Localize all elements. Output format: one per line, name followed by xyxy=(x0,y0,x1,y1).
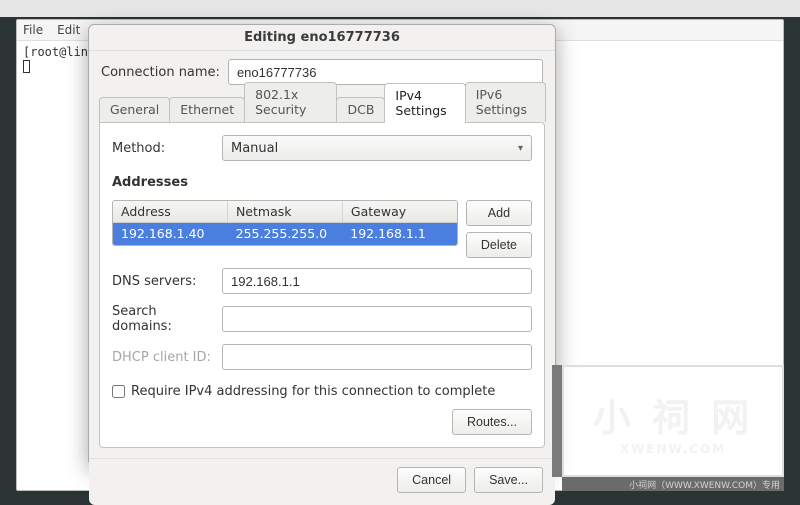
watermark-sidebar xyxy=(552,365,562,477)
ipv4-panel: Method: Manual ▾ Addresses Address Netma… xyxy=(99,122,545,448)
add-button[interactable]: Add xyxy=(466,200,532,226)
desktop-panel xyxy=(0,0,800,17)
dhcp-client-id-label: DHCP client ID: xyxy=(112,350,212,365)
cell-netmask[interactable]: 255.255.255.0 xyxy=(228,223,343,245)
addresses-table[interactable]: Address Netmask Gateway 192.168.1.40 255… xyxy=(112,200,458,246)
connection-name-label: Connection name: xyxy=(101,65,220,80)
tab-general[interactable]: General xyxy=(99,97,170,122)
addresses-title: Addresses xyxy=(112,175,532,190)
method-value: Manual xyxy=(231,141,278,156)
tab-dcb[interactable]: DCB xyxy=(336,97,385,122)
save-button[interactable]: Save... xyxy=(474,467,543,493)
method-label: Method: xyxy=(112,141,212,156)
watermark-bar: 小祠网（WWW.XWENW.COM）专用 xyxy=(562,477,784,491)
watermark-sub: XWENW.COM xyxy=(620,442,727,456)
routes-button[interactable]: Routes... xyxy=(452,409,532,435)
col-gateway[interactable]: Gateway xyxy=(343,201,457,222)
require-ipv4-label: Require IPv4 addressing for this connect… xyxy=(131,384,495,399)
terminal-cursor xyxy=(23,60,30,73)
tab-ethernet[interactable]: Ethernet xyxy=(169,97,245,122)
cancel-button[interactable]: Cancel xyxy=(397,467,466,493)
col-netmask[interactable]: Netmask xyxy=(228,201,343,222)
addresses-header: Address Netmask Gateway xyxy=(113,201,457,223)
col-address[interactable]: Address xyxy=(113,201,228,222)
tabbar: General Ethernet 802.1x Security DCB IPv… xyxy=(89,97,555,122)
watermark: 小 祠 网 XWENW.COM xyxy=(562,365,784,477)
delete-button[interactable]: Delete xyxy=(466,232,532,258)
cell-address[interactable]: 192.168.1.40 xyxy=(113,223,228,245)
nm-edit-dialog: Editing eno16777736 Connection name: Gen… xyxy=(88,24,556,466)
tab-ipv6-settings[interactable]: IPv6 Settings xyxy=(465,82,546,122)
tab-ipv4-settings[interactable]: IPv4 Settings xyxy=(384,83,465,123)
search-domains-label: Search domains: xyxy=(112,304,212,334)
search-domains-input[interactable] xyxy=(222,306,532,332)
menu-file[interactable]: File xyxy=(23,23,43,37)
watermark-logo: 小 祠 网 xyxy=(593,387,753,442)
dialog-title: Editing eno16777736 xyxy=(89,25,555,51)
dns-servers-input[interactable] xyxy=(222,268,532,294)
cell-gateway[interactable]: 192.168.1.1 xyxy=(342,223,457,245)
terminal-prompt: [root@lin xyxy=(23,45,88,59)
tab-8021x-security[interactable]: 802.1x Security xyxy=(244,82,337,122)
chevron-down-icon: ▾ xyxy=(518,143,523,154)
method-combo[interactable]: Manual ▾ xyxy=(222,135,532,161)
table-row[interactable]: 192.168.1.40 255.255.255.0 192.168.1.1 xyxy=(113,223,457,245)
require-ipv4-checkbox[interactable] xyxy=(112,385,125,398)
dialog-actions: Cancel Save... xyxy=(89,458,555,505)
menu-edit[interactable]: Edit xyxy=(57,23,80,37)
dns-servers-label: DNS servers: xyxy=(112,274,212,289)
dhcp-client-id-input xyxy=(222,344,532,370)
